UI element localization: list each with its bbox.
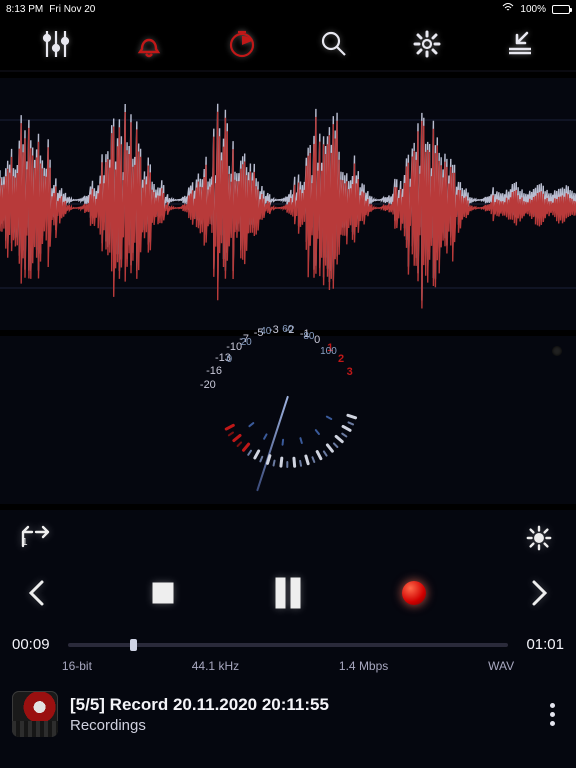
recording-folder: Recordings <box>70 717 528 734</box>
format-bits: 16-bit <box>62 659 92 673</box>
status-bar: 8:13 PM Fri Nov 20 100% <box>0 0 576 18</box>
transport-panel: 1 00:09 01:01 16-bit 44.1 kHz 1.4 M <box>0 510 576 768</box>
waveform-display[interactable] <box>0 78 576 330</box>
meter-needle <box>256 396 289 492</box>
seek-knob[interactable] <box>130 639 137 651</box>
more-menu-icon[interactable] <box>540 703 564 726</box>
status-time: 8:13 PM <box>6 4 43 15</box>
collapse-icon[interactable] <box>496 24 544 64</box>
vu-meter: -20-16-13-10-7-5-3-2-10123020406080100 <box>0 336 576 504</box>
repeat-mode-icon[interactable]: 1 <box>12 513 62 563</box>
time-elapsed: 00:09 <box>12 636 58 653</box>
settings-gear-icon[interactable] <box>403 24 451 64</box>
format-row: 16-bit 44.1 kHz 1.4 Mbps WAV <box>12 659 564 673</box>
seek-bar[interactable] <box>68 643 508 647</box>
format-codec: WAV <box>488 659 514 673</box>
battery-percent: 100% <box>520 4 546 15</box>
wifi-icon <box>502 3 514 15</box>
status-date: Fri Nov 20 <box>49 4 95 15</box>
time-total: 01:01 <box>518 636 564 653</box>
recording-thumbnail[interactable] <box>12 691 58 737</box>
recording-title: [5/5] Record 20.11.2020 20:11:55 <box>70 695 528 715</box>
top-toolbar <box>0 18 576 72</box>
recording-info[interactable]: [5/5] Record 20.11.2020 20:11:55 Recordi… <box>70 695 528 734</box>
stop-button[interactable] <box>138 568 188 618</box>
equalizer-icon[interactable] <box>32 24 80 64</box>
search-icon[interactable] <box>310 24 358 64</box>
format-bitrate: 1.4 Mbps <box>339 659 388 673</box>
previous-button[interactable] <box>12 568 62 618</box>
clip-indicator <box>552 346 562 356</box>
next-button[interactable] <box>514 568 564 618</box>
pause-button[interactable] <box>263 568 313 618</box>
timer-icon[interactable] <box>218 24 266 64</box>
bell-icon[interactable] <box>125 24 173 64</box>
format-rate: 44.1 kHz <box>192 659 239 673</box>
transport-settings-gear-icon[interactable] <box>514 513 564 563</box>
record-icon <box>402 581 426 605</box>
svg-text:1: 1 <box>22 537 28 548</box>
battery-icon <box>552 5 570 14</box>
record-button[interactable] <box>389 568 439 618</box>
